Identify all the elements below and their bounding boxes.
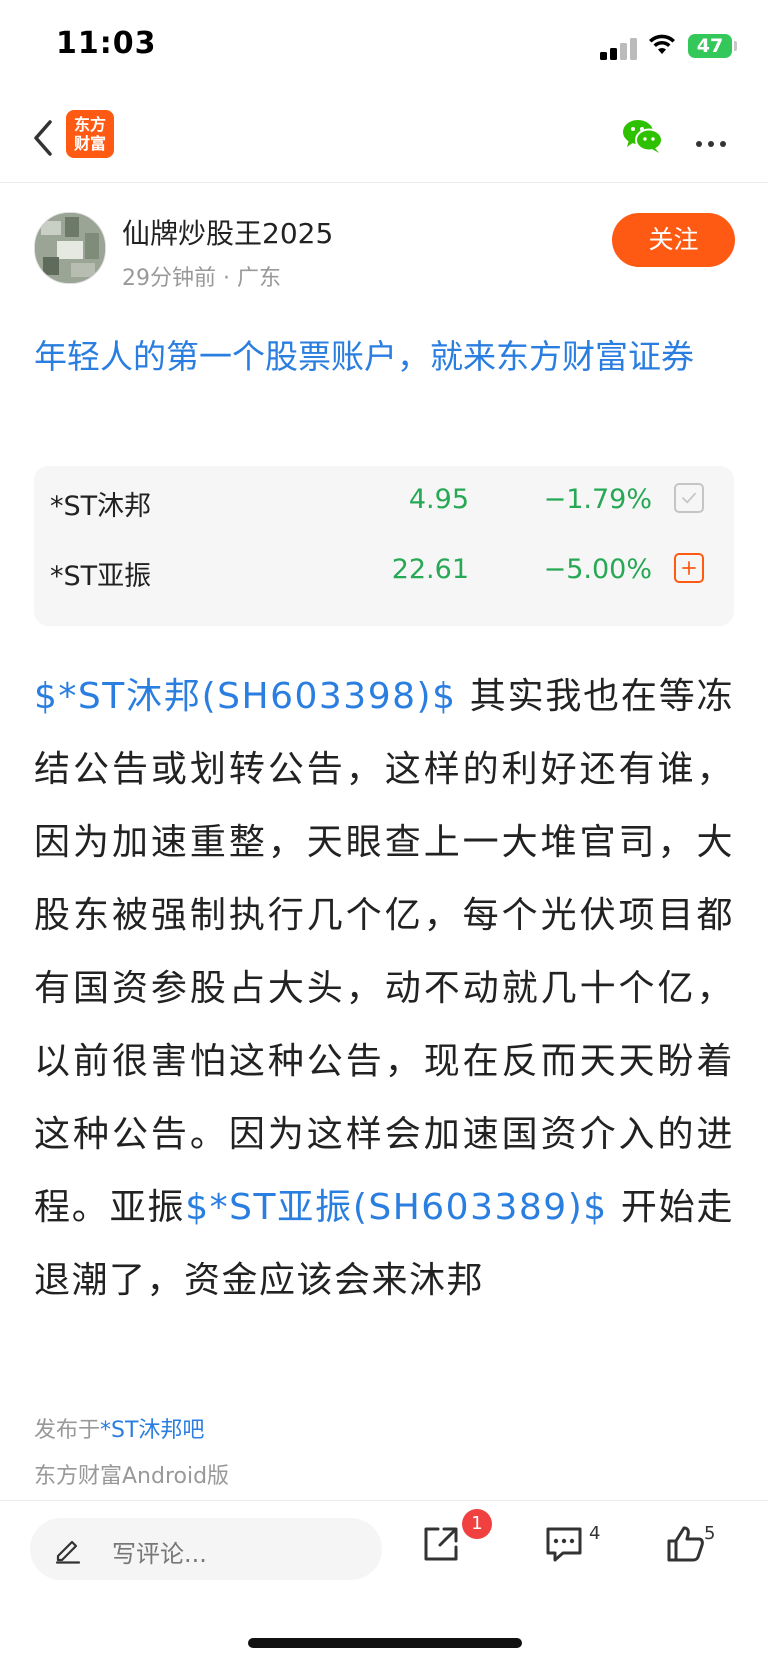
author-name[interactable]: 仙牌炒股王2025 xyxy=(122,212,333,252)
posted-in: 发布于*ST沐邦吧 xyxy=(34,1412,204,1444)
stock-change: −1.79% xyxy=(543,484,652,515)
bar-link[interactable]: *ST沐邦吧 xyxy=(100,1418,204,1443)
client-info: 东方财富Android版 xyxy=(34,1464,230,1489)
wifi-icon xyxy=(649,34,675,54)
battery-tip xyxy=(734,41,737,51)
avatar[interactable] xyxy=(34,212,106,284)
more-icon[interactable] xyxy=(696,132,732,151)
promo-link[interactable]: 年轻人的第一个股票账户，就来东方财富证券 xyxy=(34,330,734,384)
stock-price: 4.95 xyxy=(408,484,469,515)
bottom-bar: 写评论... 1 4 5 xyxy=(0,1500,768,1664)
status-time: 11:03 xyxy=(56,26,157,61)
stock-row[interactable]: *ST沐邦 4.95 −1.79% xyxy=(34,466,734,536)
logo-line1: 东方 xyxy=(73,115,106,134)
nav-bar: 东方 财富 xyxy=(0,96,768,183)
signal-icon xyxy=(600,36,638,60)
stock-row[interactable]: *ST亚振 22.61 −5.00% xyxy=(34,536,734,606)
back-icon[interactable] xyxy=(26,116,62,160)
posted-prefix: 发布于 xyxy=(34,1418,101,1443)
home-indicator xyxy=(248,1638,522,1648)
stock-tag-link[interactable]: $*ST亚振(SH603389)$ xyxy=(185,1187,607,1228)
plus-icon[interactable] xyxy=(674,553,704,583)
stock-name: *ST沐邦 xyxy=(50,491,152,522)
stock-name: *ST亚振 xyxy=(50,561,152,592)
post-meta: 29分钟前 · 广东 xyxy=(122,266,281,291)
stock-tag-link[interactable]: $*ST沐邦(SH603398)$ xyxy=(34,676,456,717)
like-count: 5 xyxy=(704,1523,716,1544)
follow-button[interactable]: 关注 xyxy=(612,213,735,267)
comment-icon[interactable] xyxy=(543,1523,585,1565)
logo-line2: 财富 xyxy=(73,134,106,153)
stock-price: 22.61 xyxy=(391,554,469,585)
wechat-icon[interactable] xyxy=(622,118,664,154)
stock-card: *ST沐邦 4.95 −1.79% *ST亚振 22.61 −5.00% xyxy=(34,466,734,626)
status-bar: 11:03 47 xyxy=(0,0,768,96)
app-logo[interactable]: 东方 财富 xyxy=(66,110,114,158)
post-text: 其实我也在等冻结公告或划转公告，这样的利好还有谁，因为加速重整，天眼查上一大堆官… xyxy=(34,676,734,1228)
comment-input[interactable]: 写评论... xyxy=(30,1518,382,1580)
battery-level: 47 xyxy=(688,34,732,58)
post-body: $*ST沐邦(SH603398)$ 其实我也在等冻结公告或划转公告，这样的利好还… xyxy=(34,660,734,1317)
comment-count: 4 xyxy=(589,1523,601,1544)
stock-change: −5.00% xyxy=(543,554,652,585)
pen-icon xyxy=(55,1540,81,1564)
share-icon[interactable] xyxy=(420,1523,462,1565)
thumbs-up-icon[interactable] xyxy=(665,1523,707,1565)
comment-placeholder: 写评论... xyxy=(112,1540,207,1568)
check-icon[interactable] xyxy=(674,483,704,513)
share-badge: 1 xyxy=(462,1509,492,1539)
